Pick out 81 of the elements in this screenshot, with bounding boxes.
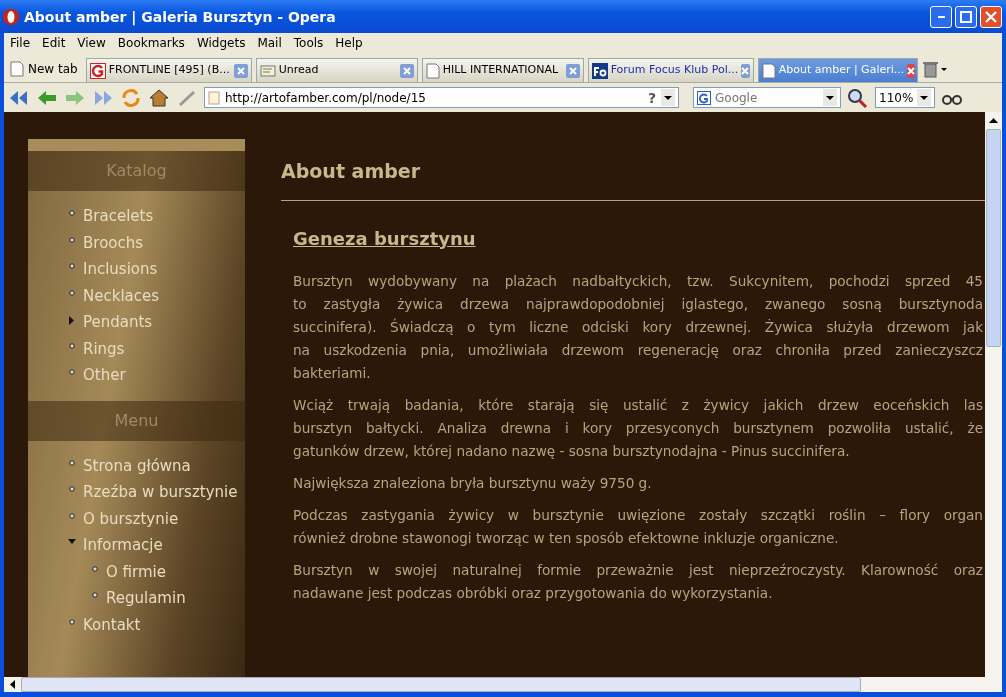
tab-close-icon[interactable] xyxy=(565,63,580,78)
paragraph-line: bursztyn bałtycki. Analiza drewna i kory przesyconych bursztynem pozwoliła ustalić, że xyxy=(293,418,983,438)
address-field[interactable]: http://artofamber.com/pl/node/15 ? xyxy=(204,87,679,108)
menu-item[interactable]: File xyxy=(4,34,37,52)
bullet-icon xyxy=(69,618,75,625)
vertical-scrollbar[interactable] xyxy=(985,112,1002,677)
sidebar-link[interactable]: O bursztynie xyxy=(83,505,179,532)
menu-item[interactable]: Tools xyxy=(287,34,330,52)
paragraph-line: gatunków drzew, której nadano nazwę - sosna bursztynodajna - Pinus succinifera. xyxy=(293,441,851,461)
menu-item[interactable]: Help xyxy=(329,34,369,52)
page-icon xyxy=(208,90,220,105)
tab-icon xyxy=(591,62,608,79)
sidebar-link[interactable]: Kontakt xyxy=(83,611,141,638)
paragraph-line: to zastygła żywica drzewa najprawdopodobniej iglastego, zwanego sosną bursztynoda xyxy=(293,294,983,314)
close-icon xyxy=(985,10,997,23)
dropdown-icon[interactable] xyxy=(661,89,675,106)
menu-item[interactable]: Edit xyxy=(36,34,72,52)
paragraph-line: na uszkodzenia pnia, umożliwiała drzewom regenerację oraz chroniła przed zanieczyszcz xyxy=(293,340,983,360)
browser-logo-icon xyxy=(2,7,20,26)
dropdown-icon[interactable] xyxy=(823,89,837,106)
horizontal-scrollbar[interactable] xyxy=(4,677,1002,692)
bullet-icon xyxy=(69,210,75,216)
tab-close-icon[interactable] xyxy=(399,63,414,78)
paragraph-line: bakteriami. xyxy=(293,363,372,383)
menu-item[interactable]: View xyxy=(71,34,112,52)
sidebar-link[interactable]: Rzeźba w bursztynie xyxy=(83,479,238,506)
browser-tab[interactable]: HILL INTERNATIONAL xyxy=(421,58,584,82)
expanded-triangle-icon[interactable] xyxy=(68,539,76,545)
paragraph-line: Wciąż trwają badania, które starają się ustalić z żywicy jakich drzew eoceńskich las xyxy=(293,395,983,415)
paragraph-line: Podczas zastygania żywicy w bursztynie uwięzione zostały szczątki roślin – flory organ xyxy=(293,505,983,525)
menu-item[interactable]: Mail xyxy=(251,34,288,52)
help-button[interactable]: ? xyxy=(647,90,656,105)
tab-close-icon[interactable] xyxy=(233,63,248,78)
tab-close-icon[interactable] xyxy=(741,63,750,78)
bullet-icon xyxy=(69,459,75,466)
paragraph-line: nadawane jest podczas obróbki oraz przygotowania do wykorzystania. xyxy=(293,583,774,603)
new-tab-button[interactable]: New tab xyxy=(6,60,82,82)
sidebar-link[interactable]: O firmie xyxy=(106,558,166,585)
sidebar-link[interactable]: Strona główna xyxy=(83,452,191,479)
maximize-button[interactable] xyxy=(955,5,977,28)
tab-icon xyxy=(259,63,276,78)
bullet-icon xyxy=(69,342,75,349)
menu-item[interactable]: Bookmarks xyxy=(111,34,191,52)
paragraph-line: succinifera). Świadczą o tym liczne odciski kory drzewnej. Żywica służyła drzewom jak xyxy=(293,317,983,337)
close-button[interactable] xyxy=(980,5,1002,28)
sidebar-heading: Menu xyxy=(28,400,245,441)
maximize-icon xyxy=(960,10,972,23)
bullet-icon xyxy=(69,486,75,492)
page-icon xyxy=(10,61,24,77)
search-box[interactable]: Google xyxy=(693,87,841,108)
window-title: About amber | Galeria Bursztyn - Opera xyxy=(24,8,337,25)
bullet-icon xyxy=(69,263,75,269)
bullet-icon xyxy=(92,592,98,598)
bullet-icon xyxy=(69,369,75,375)
tab-icon xyxy=(761,62,776,79)
search-engine-icon[interactable] xyxy=(697,90,711,105)
bullet-icon xyxy=(69,289,75,296)
paragraph-line: Bursztyn w swojej naturalnej formie przeważnie jest nieprzeźroczysty. Klarowność oraz xyxy=(293,560,983,580)
zoom-icon[interactable] xyxy=(847,87,869,108)
paragraph-line: również drobne stawonogi tworząc w ten sposób efektowne inkluzje organiczne. xyxy=(293,528,840,548)
browser-tab[interactable]: Forum Focus Klub Pol... xyxy=(587,58,754,82)
section-title-link[interactable]: Geneza bursztynu xyxy=(293,224,476,252)
bullet-icon xyxy=(69,236,75,243)
paragraph-line: Bursztyn wydobywany na plażach nadbałtyckich, tzw. Sukcynitem, pochodzi sprzed 45 xyxy=(293,271,983,291)
minimize-icon xyxy=(937,15,945,18)
browser-tab[interactable]: FRONTLINE [495] (B... xyxy=(85,58,252,82)
browser-tab[interactable]: Unread xyxy=(255,58,418,82)
tab-icon xyxy=(89,62,106,79)
paragraph-line: Największa znaleziona bryła bursztynu waży 9750 g. xyxy=(293,473,653,493)
collapsed-triangle-icon[interactable] xyxy=(68,316,76,325)
bullet-icon xyxy=(69,512,75,519)
tab-icon xyxy=(425,62,440,79)
tab-close-icon[interactable] xyxy=(907,63,916,78)
sidebar-heading: Katalog xyxy=(28,151,245,191)
menu-item[interactable]: Widgets xyxy=(190,34,252,52)
page-title: About amber xyxy=(281,159,422,184)
home-icon[interactable] xyxy=(148,87,170,108)
sidebar-link[interactable]: Regulamin xyxy=(106,585,186,612)
address-text: http://artofamber.com/pl/node/15 xyxy=(225,89,427,107)
bullet-icon xyxy=(92,565,98,572)
minimize-button[interactable] xyxy=(930,5,952,28)
